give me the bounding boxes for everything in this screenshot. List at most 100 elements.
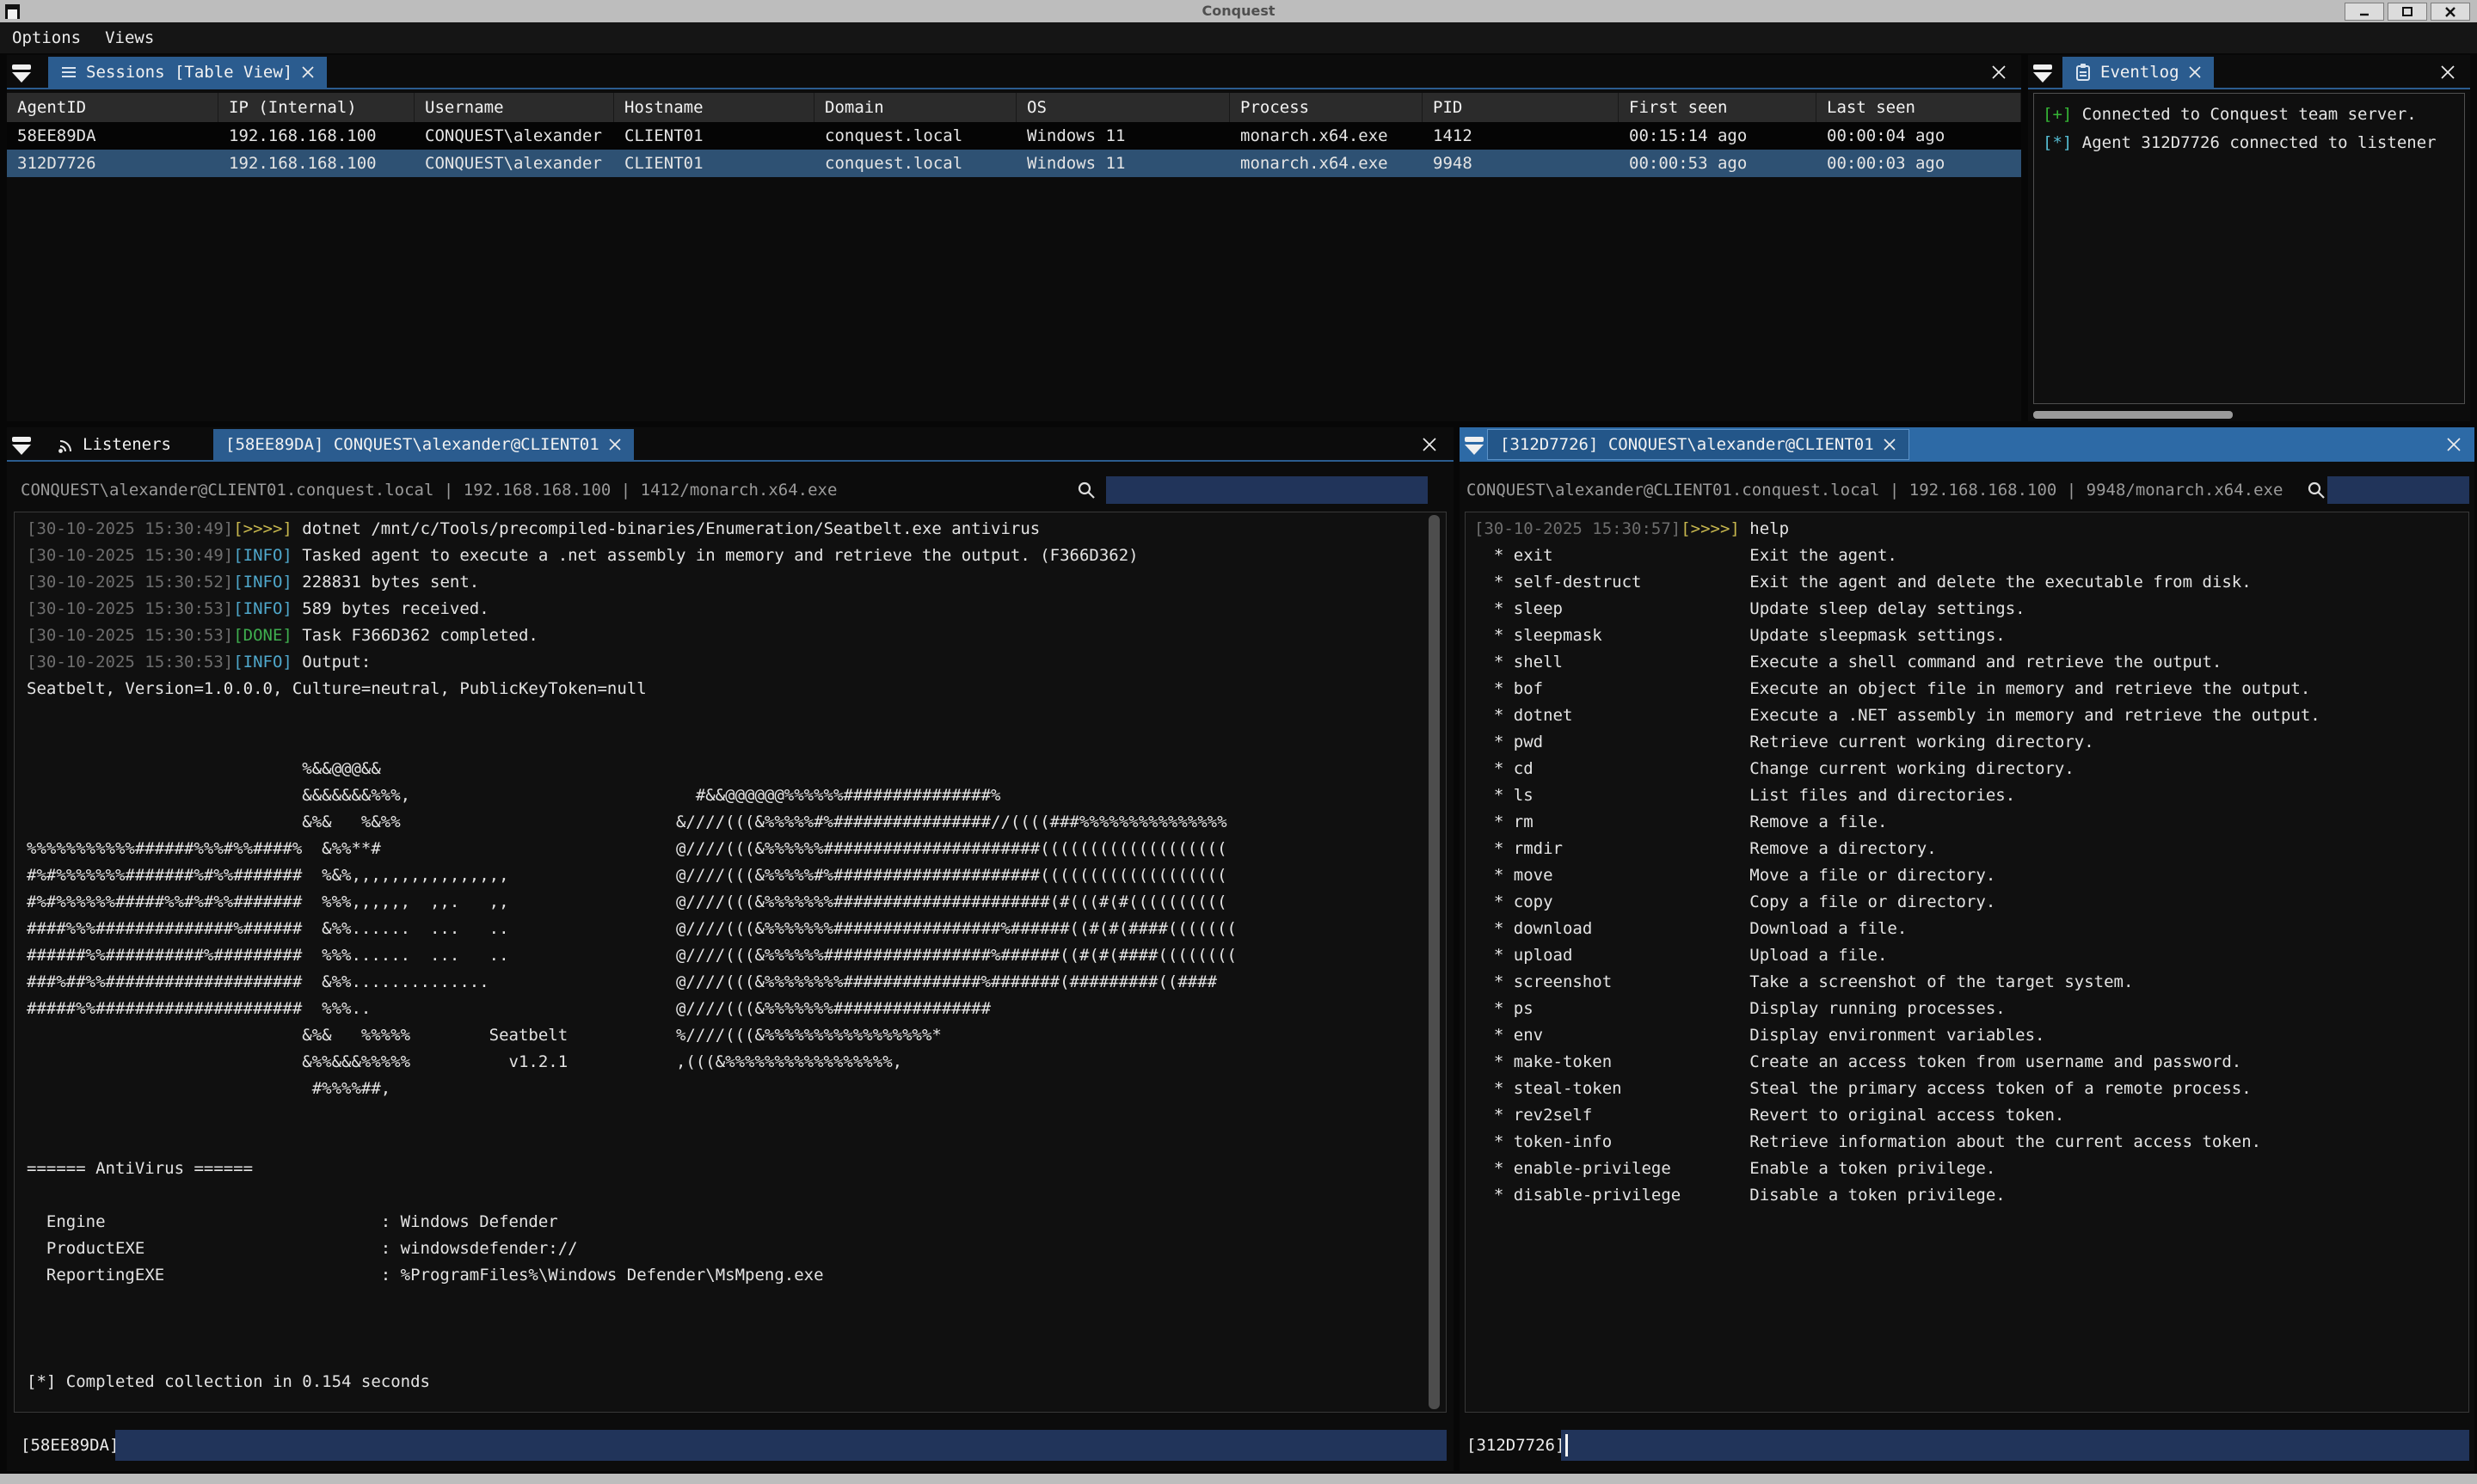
maximize-button[interactable]	[2388, 3, 2427, 21]
agent-prompt: [58EE89DA]	[21, 1430, 119, 1461]
minimize-button[interactable]	[2345, 3, 2384, 21]
console-line: * download Download a file.	[1474, 916, 2460, 942]
table-cell: conquest.local	[814, 150, 1017, 177]
table-row[interactable]: 58EE89DA192.168.168.100CONQUEST\alexande…	[7, 122, 2021, 150]
close-panel-button[interactable]	[1990, 64, 2007, 81]
agent-panel-header: [312D7726] CONQUEST\alexander@CLIENT01	[1460, 427, 2474, 462]
close-tab-icon[interactable]	[1883, 438, 1896, 451]
close-tab-icon[interactable]	[301, 65, 315, 79]
console-line: * copy Copy a file or directory.	[1474, 889, 2460, 916]
agent-panel-58EE89DA: Listeners [58EE89DA] CONQUEST\alexander@…	[7, 427, 1454, 1471]
table-cell: 192.168.168.100	[218, 150, 415, 177]
console-line: [30-10-2025 15:30:53][INFO] 589 bytes re…	[27, 596, 1434, 622]
eventlog-panel-header: Eventlog	[2028, 55, 2470, 89]
list-icon	[60, 64, 77, 81]
console-line: ====== AntiVirus ======	[27, 1156, 1434, 1182]
vertical-scrollbar[interactable]	[1429, 515, 1440, 1409]
column-header[interactable]: Domain	[814, 93, 1017, 122]
tab-sessions[interactable]: Sessions [Table View]	[48, 57, 327, 88]
horizontal-scrollbar[interactable]	[2033, 411, 2233, 419]
tab-agent-312D7726[interactable]: [312D7726] CONQUEST\alexander@CLIENT01	[1487, 429, 1909, 460]
console-line: * sleepmask Update sleepmask settings.	[1474, 622, 2460, 649]
console-line: &%& %&%% &////(((&%%%%%#%###############…	[27, 809, 1434, 836]
tab-listeners-label: Listeners	[83, 435, 171, 454]
tab-agent-label: [58EE89DA] CONQUEST\alexander@CLIENT01	[225, 435, 599, 454]
collapse-button[interactable]	[10, 61, 33, 83]
column-header[interactable]: AgentID	[7, 93, 218, 122]
console-line: Seatbelt, Version=1.0.0.0, Culture=neutr…	[27, 676, 1434, 702]
console-line: * upload Upload a file.	[1474, 942, 2460, 969]
collapse-icon	[1463, 433, 1485, 456]
column-header[interactable]: Hostname	[614, 93, 814, 122]
table-cell: 192.168.168.100	[218, 122, 415, 150]
console-line: #%#%%%%%%#####%%#%#%%####### %%%,,,,,, ,…	[27, 889, 1434, 916]
column-header[interactable]: Process	[1230, 93, 1423, 122]
console-line: * bof Execute an object file in memory a…	[1474, 676, 2460, 702]
console-line: * env Display environment variables.	[1474, 1022, 2460, 1049]
close-panel-button[interactable]	[1421, 436, 1438, 453]
menu-options[interactable]: Options	[12, 28, 81, 47]
column-header[interactable]: First seen	[1619, 93, 1816, 122]
column-header[interactable]: PID	[1423, 93, 1619, 122]
console-line	[27, 1315, 1434, 1342]
sessions-table-header: AgentIDIP (Internal)UsernameHostnameDoma…	[7, 93, 2021, 122]
console-line: * screenshot Take a screenshot of the ta…	[1474, 969, 2460, 996]
console-line: * steal-token Steal the primary access t…	[1474, 1076, 2460, 1102]
tab-agent-label: [312D7726] CONQUEST\alexander@CLIENT01	[1500, 435, 1874, 454]
window-title: Conquest	[0, 0, 2477, 22]
table-cell: CLIENT01	[614, 122, 814, 150]
table-cell: CONQUEST\alexander	[415, 122, 614, 150]
tab-eventlog-label: Eventlog	[2100, 63, 2179, 82]
collapse-button[interactable]	[2031, 61, 2054, 83]
console-line: * pwd Retrieve current working directory…	[1474, 729, 2460, 756]
close-window-button[interactable]	[2431, 3, 2470, 21]
console-line: * rmdir Remove a directory.	[1474, 836, 2460, 862]
console-line: * self-destruct Exit the agent and delet…	[1474, 569, 2460, 596]
console-line: * move Move a file or directory.	[1474, 862, 2460, 889]
table-cell: 00:00:04 ago	[1816, 122, 2021, 150]
column-header[interactable]: Username	[415, 93, 614, 122]
collapse-button[interactable]	[1463, 433, 1485, 456]
console-line: [30-10-2025 15:30:49][>>>>] dotnet /mnt/…	[27, 516, 1434, 543]
table-cell: CLIENT01	[614, 150, 814, 177]
search-input[interactable]	[2327, 476, 2469, 504]
agent-status-line: CONQUEST\alexander@CLIENT01.conquest.loc…	[1466, 475, 2283, 505]
tab-eventlog[interactable]: Eventlog	[2062, 57, 2214, 88]
collapse-icon	[2031, 61, 2054, 83]
agent-console-output: [30-10-2025 15:30:57][>>>>] help * exit …	[1465, 512, 2469, 1413]
tab-listeners[interactable]: Listeners	[45, 429, 183, 460]
table-row[interactable]: 312D7726192.168.168.100CONQUEST\alexande…	[7, 150, 2021, 177]
console-line: * shell Execute a shell command and retr…	[1474, 649, 2460, 676]
collapse-icon	[10, 433, 33, 456]
close-panel-button[interactable]	[2439, 64, 2456, 81]
command-input[interactable]	[1561, 1430, 2469, 1461]
console-line: #%%%%##,	[27, 1076, 1434, 1102]
table-cell: 00:00:03 ago	[1816, 150, 2021, 177]
console-line	[27, 1182, 1434, 1209]
tab-agent-58EE89DA[interactable]: [58EE89DA] CONQUEST\alexander@CLIENT01	[213, 429, 634, 460]
search-icon	[2305, 479, 2327, 505]
console-line: [30-10-2025 15:30:53][INFO] Output:	[27, 649, 1434, 676]
close-tab-icon[interactable]	[608, 438, 622, 451]
column-header[interactable]: OS	[1017, 93, 1230, 122]
console-line: ######%%##########%######### %%%...... .…	[27, 942, 1434, 969]
menu-views[interactable]: Views	[105, 28, 154, 47]
console-line: * cd Change current working directory.	[1474, 756, 2460, 782]
collapse-button[interactable]	[10, 433, 33, 456]
window-frame-bottom	[0, 1474, 2477, 1484]
eventlog-panel: Eventlog [+] Connected to Conquest team …	[2028, 55, 2470, 421]
close-panel-button[interactable]	[2445, 436, 2462, 453]
agent-status-line: CONQUEST\alexander@CLIENT01.conquest.loc…	[21, 475, 837, 505]
titlebar: Conquest	[0, 0, 2477, 22]
console-line: * sleep Update sleep delay settings.	[1474, 596, 2460, 622]
close-tab-icon[interactable]	[2188, 65, 2202, 79]
console-line: [30-10-2025 15:30:49][INFO] Tasked agent…	[27, 543, 1434, 569]
console-line: * disable-privilege Disable a token priv…	[1474, 1182, 2460, 1209]
console-line: #%#%%%%%%%#######%#%%####### %&%,,,,,,,,…	[27, 862, 1434, 889]
command-input[interactable]	[115, 1430, 1447, 1461]
column-header[interactable]: Last seen	[1816, 93, 2021, 122]
search-input[interactable]	[1106, 476, 1428, 504]
close-icon	[1990, 64, 2007, 81]
column-header[interactable]: IP (Internal)	[218, 93, 415, 122]
agent-console-output: [30-10-2025 15:30:49][>>>>] dotnet /mnt/…	[14, 512, 1447, 1413]
